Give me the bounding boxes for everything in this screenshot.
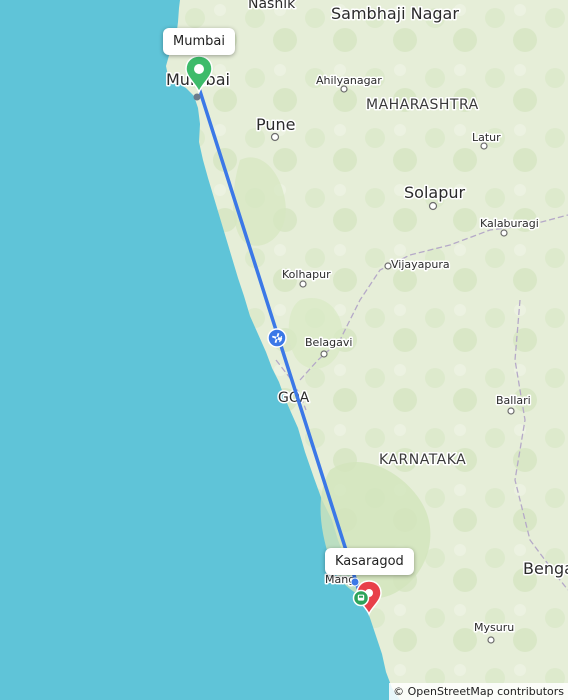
label-karnataka: KARNATAKA	[379, 452, 466, 468]
airplane-icon[interactable]	[267, 328, 287, 348]
map-attribution[interactable]: © OpenStreetMap contributors	[389, 683, 568, 700]
destination-callout[interactable]: Kasaragod	[325, 548, 414, 575]
label-ballari: Ballari	[496, 394, 531, 407]
city-dot-belagavi	[320, 350, 328, 358]
label-bengaluru: Benga	[523, 559, 568, 578]
transit-stop-icon[interactable]	[352, 589, 370, 607]
city-dot-kalaburagi	[500, 229, 508, 237]
label-vijayapura: Vijayapura	[391, 258, 450, 271]
label-kalaburagi: Kalaburagi	[480, 217, 539, 230]
map-canvas[interactable]: Nashik Sambhaji Nagar Ahilyanagar MAHARA…	[0, 0, 568, 700]
label-kolhapur: Kolhapur	[282, 268, 331, 281]
label-goa: GOA	[278, 390, 310, 406]
label-sambhaji-nagar: Sambhaji Nagar	[331, 4, 459, 23]
label-belagavi: Belagavi	[305, 336, 352, 349]
label-maharashtra: MAHARASHTRA	[366, 97, 479, 113]
city-dot-mysuru	[487, 636, 495, 644]
label-nashik: Nashik	[248, 0, 296, 12]
city-dot-kolhapur	[299, 280, 307, 288]
city-dot-solapur	[428, 201, 438, 211]
destination-airport-icon	[350, 577, 360, 587]
label-pune: Pune	[256, 115, 296, 134]
label-mysuru: Mysuru	[474, 621, 514, 634]
city-dot-pune	[270, 132, 280, 142]
label-latur: Latur	[472, 131, 501, 144]
origin-airport-icon	[193, 93, 201, 101]
label-ahilyanagar: Ahilyanagar	[316, 74, 382, 87]
city-dot-ballari	[507, 407, 515, 415]
origin-callout[interactable]: Mumbai	[163, 28, 235, 55]
label-solapur: Solapur	[404, 183, 465, 202]
